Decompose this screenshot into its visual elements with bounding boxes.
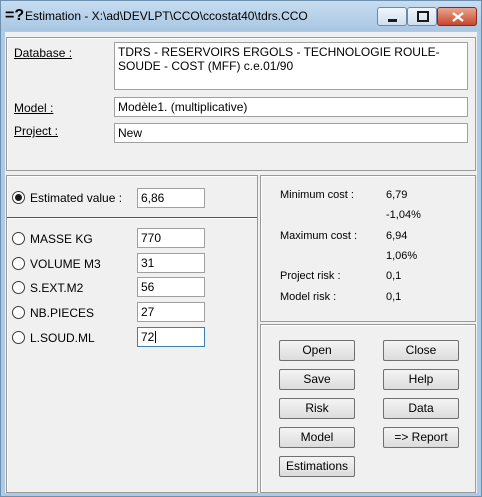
model-field[interactable]: Modèle1. (multiplicative): [114, 97, 468, 117]
model-label: Model :: [14, 101, 54, 115]
save-button[interactable]: Save: [279, 369, 355, 390]
parameters-panel: Estimated value : 6,86 MASSE KG 770 VOLU…: [6, 175, 258, 493]
actions-panel: Open Close Save Help Risk Data Model => …: [260, 324, 476, 493]
model-risk-value: 0,1: [386, 291, 402, 303]
maximize-icon: [417, 11, 429, 22]
estimated-value-field[interactable]: 6,86: [137, 188, 205, 208]
estimated-value-label: Estimated value :: [30, 191, 123, 205]
close-icon: [452, 12, 464, 22]
separator: [7, 217, 257, 219]
param-radio-soudure[interactable]: [12, 331, 25, 344]
param-field-surface[interactable]: 56: [137, 277, 205, 297]
help-button[interactable]: Help: [383, 369, 459, 390]
min-cost-percent: -1,04%: [386, 209, 421, 221]
param-label-surface: S.EXT.M2: [30, 281, 84, 295]
param-radio-masse[interactable]: [12, 232, 25, 245]
param-label-volume: VOLUME M3: [30, 257, 101, 271]
minimize-icon: [388, 19, 397, 22]
param-radio-surface[interactable]: [12, 281, 25, 294]
minimize-button[interactable]: [377, 7, 407, 26]
param-value-soudure: 72: [141, 330, 155, 344]
param-field-volume[interactable]: 31: [137, 253, 205, 273]
risk-button[interactable]: Risk: [279, 398, 355, 419]
param-label-masse: MASSE KG: [30, 232, 93, 246]
close-button[interactable]: Close: [383, 340, 459, 361]
param-radio-volume[interactable]: [12, 257, 25, 270]
param-label-soudure: L.SOUD.ML: [30, 331, 95, 345]
param-field-masse[interactable]: 770: [137, 228, 205, 248]
max-cost-label: Maximum cost :: [280, 230, 358, 242]
min-cost-label: Minimum cost :: [280, 189, 354, 201]
window-title: Estimation - X:\ad\DEVLPT\CCO\ccostat40\…: [25, 9, 308, 23]
data-button[interactable]: Data: [383, 398, 459, 419]
estimations-button[interactable]: Estimations: [279, 456, 355, 477]
estimated-value-radio[interactable]: [12, 191, 25, 204]
project-risk-value: 0,1: [386, 270, 402, 282]
project-risk-label: Project risk :: [280, 270, 341, 282]
app-icon: =?: [5, 7, 25, 24]
max-cost-value: 6,94: [386, 230, 408, 242]
maximize-button[interactable]: [407, 7, 437, 26]
project-field[interactable]: New: [114, 123, 468, 143]
dialog-client: Database : TDRS - RESERVOIRS ERGOLS - TE…: [5, 32, 477, 493]
header-panel: Database : TDRS - RESERVOIRS ERGOLS - TE…: [6, 37, 476, 171]
param-field-pieces[interactable]: 27: [137, 302, 205, 322]
param-radio-pieces[interactable]: [12, 306, 25, 319]
report-button[interactable]: => Report: [383, 427, 459, 448]
param-label-pieces: NB.PIECES: [30, 306, 95, 320]
model-risk-label: Model risk :: [280, 291, 337, 303]
project-label: Project :: [14, 124, 59, 138]
model-button[interactable]: Model: [279, 427, 355, 448]
max-cost-percent: 1,06%: [386, 250, 418, 262]
min-cost-value: 6,79: [386, 189, 408, 201]
open-button[interactable]: Open: [279, 340, 355, 361]
database-label: Database :: [14, 46, 73, 60]
estimation-window: =? Estimation - X:\ad\DEVLPT\CCO\ccostat…: [0, 0, 482, 497]
close-window-button[interactable]: [437, 7, 477, 26]
param-field-soudure[interactable]: 72: [137, 327, 205, 347]
database-field[interactable]: TDRS - RESERVOIRS ERGOLS - TECHNOLOGIE R…: [114, 42, 468, 90]
title-bar[interactable]: =? Estimation - X:\ad\DEVLPT\CCO\ccostat…: [1, 1, 481, 31]
text-caret: [155, 331, 157, 343]
statistics-panel: Minimum cost : 6,79 -1,04% Maximum cost …: [260, 175, 476, 322]
